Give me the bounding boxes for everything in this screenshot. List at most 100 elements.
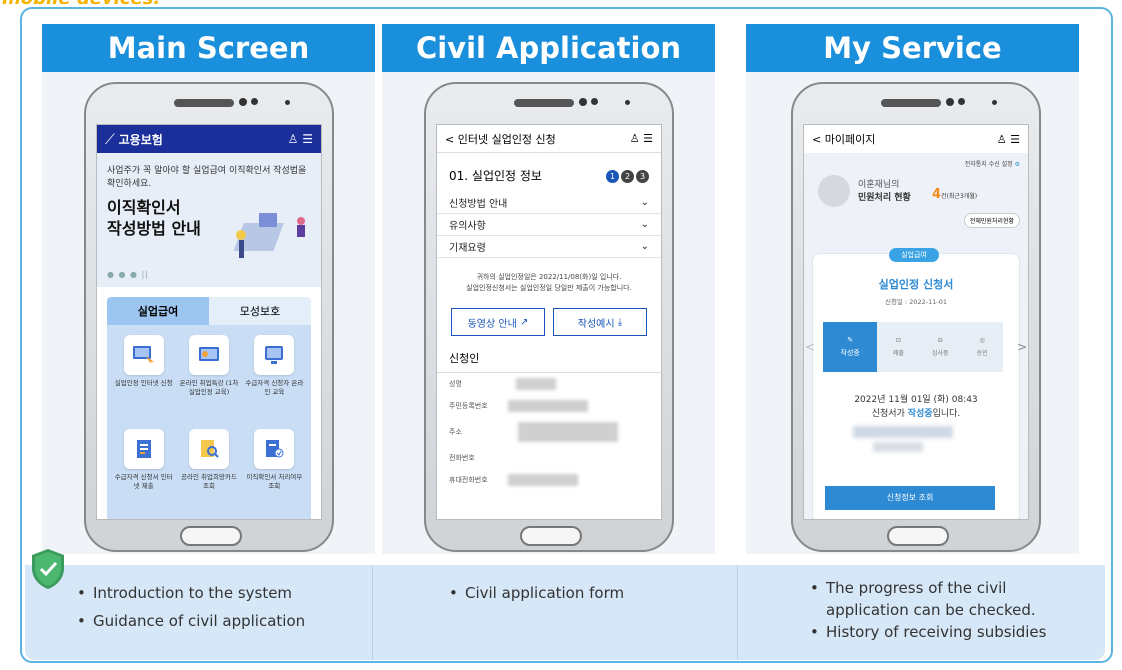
user-menu-icon[interactable]: ♙ ☰ [288, 132, 313, 146]
button-label: 작성예시 [577, 318, 615, 330]
carousel-pager[interactable]: ● ● ● || [107, 270, 149, 279]
accordion-item[interactable]: 기재요령 ⌄ [437, 236, 661, 258]
app-header: < 인터넷 실업인정 신청 ♙ ☰ [437, 125, 661, 153]
view-application-button[interactable]: 신청정보 조회 [825, 486, 995, 510]
bullets-my-service: The progress of the civil application ca… [808, 577, 1068, 643]
menu-item[interactable]: 온라인 취업특강 (1차 실업인정 교육) [178, 335, 239, 423]
menu-item-label: 공라인 취업희망카드 조회 [181, 473, 237, 490]
menu-item-label: 수급자격 신청서 인터넷 제출 [114, 473, 173, 490]
sensor-icon [958, 98, 965, 105]
divider [737, 565, 738, 660]
hero-subtitle: 사업주가 꼭 알아야 할 실업급여 이직확인서 작성법을 확인하세요. [107, 166, 307, 189]
menu-item[interactable]: 공라인 취업희망카드 조회 [178, 429, 239, 517]
count-badge: 4건(최근3개월) [932, 187, 977, 202]
status-text: 입니다. [932, 409, 961, 419]
hero-illustration-icon [233, 213, 305, 258]
video-guide-button[interactable]: 동영상 안내 ↗ [451, 308, 545, 336]
field-label: 성명 [449, 380, 462, 388]
home-button [887, 526, 949, 546]
download-icon: ⤓ [617, 316, 623, 328]
bullet-item: Guidance of civil application [75, 610, 305, 632]
form-field[interactable]: 휴대전화번호 [437, 469, 661, 491]
panel-civil-application: Civil Application < 인터넷 실업인정 신청 ♙ ☰ 01. … [382, 24, 715, 554]
chevron-down-icon: ⌄ [640, 197, 649, 208]
form-field[interactable]: 전화번호 [437, 447, 661, 469]
accordion-item[interactable]: 신청방법 안내 ⌄ [437, 192, 661, 214]
home-button [180, 526, 242, 546]
blurred-value [853, 426, 953, 438]
bullet-item: Introduction to the system [75, 582, 305, 604]
avatar [818, 175, 850, 207]
category-badge: 실업급여 [889, 248, 939, 262]
sensor-icon [625, 100, 630, 105]
monitor-play-icon [254, 335, 295, 375]
status-label: 민원처리 현황 [858, 193, 911, 203]
notify-label: 전자통지 수신 설정 [964, 161, 1013, 168]
progress-steps: ✎ 작성중 ⊡ 제출 ⊟ 심사중 ◎ 승인 [823, 322, 1003, 372]
app-logo[interactable]: ⟋ 고용보험 [105, 131, 163, 148]
step-2: 2 [621, 170, 634, 183]
speaker-icon [174, 99, 234, 107]
section-header: 01. 실업인정 정보 123 [437, 153, 661, 192]
menu-item[interactable]: 실업인정 인터넷 신청 [113, 335, 174, 423]
speaker-icon [881, 99, 941, 107]
step-indicator: 123 [604, 168, 649, 183]
external-link-icon: ↗ [519, 316, 529, 328]
chevron-left-icon[interactable]: < [805, 340, 815, 354]
bullet-item: History of receiving subsidies [808, 621, 1068, 643]
menu-item[interactable]: 이직확인서 처리여부 조회 [244, 429, 305, 517]
accordion-item[interactable]: 유의사항 ⌄ [437, 214, 661, 236]
field-label: 주소 [449, 428, 462, 436]
phone-mockup: ⟋ 고용보험 ♙ ☰ 사업주가 꼭 알아야 할 실업급여 이직확인서 작성법을 … [84, 82, 334, 552]
camera-icon [579, 98, 587, 106]
form-field[interactable]: 주민등록번호 [437, 395, 661, 417]
tab-unemployment[interactable]: 실업급여 [107, 297, 209, 325]
chevron-down-icon: ⌄ [640, 219, 649, 230]
form-field[interactable]: 주소 [437, 417, 661, 447]
status-message: 신청서가 작성중입니다. [813, 406, 1019, 419]
count-unit: 건(최근3개월) [941, 193, 978, 200]
bullet-item: The progress of the civil application ca… [808, 577, 1068, 621]
chevron-right-icon[interactable]: > [1017, 340, 1027, 354]
document-check-icon [254, 429, 295, 469]
app-header: < 마이페이지 ♙ ☰ [804, 125, 1028, 153]
blurred-value [873, 442, 923, 452]
back-icon[interactable]: < [445, 133, 454, 146]
tab-maternity[interactable]: 모성보호 [209, 297, 311, 325]
step-label: 작성중 [840, 349, 860, 357]
notify-setting-link[interactable]: 전자통지 수신 설정 ⚙ [965, 159, 1020, 168]
menu-item[interactable]: 수급자격 신청서 인터넷 제출 [113, 429, 174, 517]
section-title: 01. 실업인정 정보 [449, 169, 542, 183]
camera-icon [239, 98, 247, 106]
blurred-value [507, 400, 588, 412]
screen-title: 마이페이지 [824, 133, 876, 146]
status-time: 2022년 11월 01일 (화) 08:43 [854, 395, 978, 405]
submit-icon: ⊡ [895, 337, 901, 344]
phone-screen: < 인터넷 실업인정 신청 ♙ ☰ 01. 실업인정 정보 123 신청방법 안… [436, 124, 662, 520]
step-approved: ◎ 승인 [961, 322, 1003, 372]
user-menu-icon[interactable]: ♙ ☰ [630, 132, 653, 145]
user-menu-icon[interactable]: ♙ ☰ [997, 133, 1020, 146]
count-value: 4 [932, 187, 942, 202]
all-history-button[interactable]: 전체민원처리현황 [963, 213, 1020, 228]
sensor-icon [251, 98, 258, 105]
field-label: 주민등록번호 [449, 402, 488, 410]
phone-screen: < 마이페이지 ♙ ☰ 전자통지 수신 설정 ⚙ 이훈재님의 민원처리 현황 4… [803, 124, 1029, 520]
field-label: 휴대전화번호 [449, 476, 488, 484]
divider [372, 565, 373, 660]
user-summary: 전자통지 수신 설정 ⚙ 이훈재님의 민원처리 현황 4건(최근3개월) 전체민… [804, 153, 1028, 243]
document-search-icon [188, 429, 229, 469]
panel-main-screen: Main Screen ⟋ 고용보험 ♙ ☰ 사업주가 꼭 알아야 할 실업급여… [42, 24, 375, 554]
form-field[interactable]: 성명 [437, 373, 661, 395]
example-button[interactable]: 작성예시 ⤓ [553, 308, 647, 336]
hero-banner[interactable]: 사업주가 꼭 알아야 할 실업급여 이직확인서 작성법을 확인하세요. 이직확인… [97, 153, 321, 287]
back-icon[interactable]: < [812, 133, 821, 146]
notice-line: 귀하의 실업인정일은 2022/11/08(화)일 입니다. [476, 273, 622, 281]
notice-line: 실업인정신청서는 실업인정일 당일만 제출이 가능합니다. [466, 284, 632, 292]
blurred-value [507, 474, 578, 486]
application-card[interactable]: 실업급여 실업인정 신청서 신청일 : 2022-11-01 ✎ 작성중 ⊡ 제출 … [805, 248, 1027, 519]
user-name: 이훈재님의 [858, 180, 900, 190]
status-text: 신청서가 [871, 409, 908, 419]
accordion-label: 신청방법 안내 [449, 199, 508, 210]
menu-item[interactable]: 수급자격 신청자 온라인 교육 [244, 335, 305, 423]
